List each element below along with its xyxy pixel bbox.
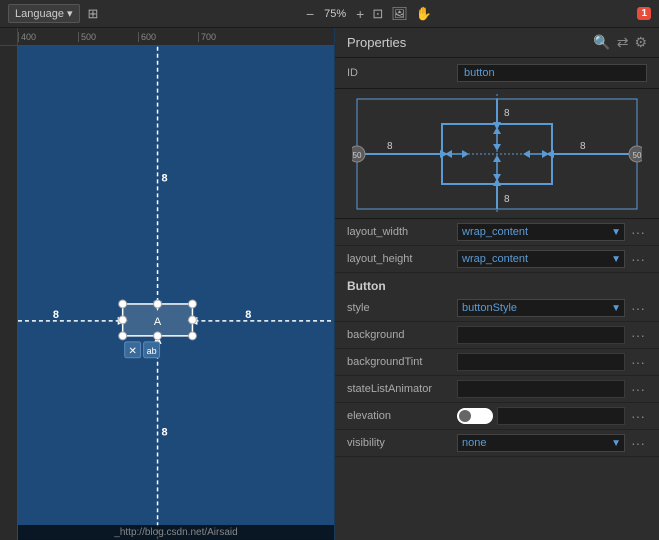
background-tint-row: backgroundTint ··· (335, 349, 659, 376)
style-row: style buttonStyle borderlessButtonStyle … (335, 295, 659, 322)
svg-text:50: 50 (353, 151, 362, 160)
layout-width-more[interactable]: ··· (629, 224, 647, 240)
properties-title: Properties (347, 35, 406, 50)
id-input[interactable] (457, 64, 647, 82)
id-row: ID (335, 58, 659, 89)
svg-text:8: 8 (387, 141, 393, 152)
main-container: 400 500 600 700 (0, 28, 659, 540)
watermark: _http://blog.csdn.net/Airsaid (18, 525, 334, 540)
hand-icon[interactable]: ✋ (414, 4, 434, 24)
layout-height-row: layout_height wrap_content match_parent … (335, 246, 659, 273)
layout-width-select[interactable]: wrap_content match_parent match_constrai… (457, 223, 625, 241)
layout-icon[interactable]: ⊞ (86, 4, 101, 24)
image-icon[interactable]: 🖼 (389, 4, 410, 24)
search-icon[interactable]: 🔍 (593, 34, 610, 51)
design-svg: 8 8 8 8 A (18, 46, 334, 540)
properties-header: Properties 🔍 ⇄ ⚙ (335, 28, 659, 58)
constraint-svg: 8 8 8 8 50 (352, 94, 642, 214)
style-select[interactable]: buttonStyle borderlessButtonStyle (457, 299, 625, 317)
layout-height-select-wrapper: wrap_content match_parent match_constrai… (457, 250, 625, 268)
ruler-tick-700: 700 (198, 32, 258, 42)
elevation-input[interactable] (497, 407, 625, 425)
svg-text:8: 8 (580, 141, 586, 152)
svg-text:ab: ab (147, 346, 157, 356)
state-list-label: stateListAnimator (347, 383, 457, 395)
elevation-label: elevation (347, 410, 457, 422)
settings-icon[interactable]: ⚙ (634, 34, 647, 51)
button-section-header: Button (335, 273, 659, 295)
svg-text:✕: ✕ (128, 346, 136, 357)
layout-width-select-wrapper: wrap_content match_parent match_constrai… (457, 223, 625, 241)
background-row: background ··· (335, 322, 659, 349)
svg-text:A: A (154, 316, 162, 328)
header-icons: 🔍 ⇄ ⚙ (593, 34, 647, 51)
svg-text:8: 8 (245, 309, 251, 321)
zoom-level: 75% (320, 8, 350, 20)
style-more[interactable]: ··· (629, 300, 647, 316)
style-label: style (347, 302, 457, 314)
ruler-top: 400 500 600 700 (0, 28, 334, 46)
toolbar-center: − 75% + ⊡ 🖼 ✋ (100, 4, 637, 24)
visibility-more[interactable]: ··· (629, 435, 647, 451)
svg-text:8: 8 (504, 194, 510, 205)
background-value[interactable] (457, 326, 625, 344)
svg-text:8: 8 (162, 427, 168, 439)
zoom-in-button[interactable]: + (354, 6, 366, 22)
background-tint-value[interactable] (457, 353, 625, 371)
visibility-select[interactable]: none visible invisible gone (457, 434, 625, 452)
visibility-row: visibility none visible invisible gone ▼… (335, 430, 659, 457)
background-tint-more[interactable]: ··· (629, 354, 647, 370)
style-select-wrapper: buttonStyle borderlessButtonStyle ▼ (457, 299, 625, 317)
layout-width-row: layout_width wrap_content match_parent m… (335, 219, 659, 246)
ruler-numbers: 400 500 600 700 (18, 28, 258, 45)
constraint-diagram: 8 8 8 8 50 (335, 89, 659, 219)
svg-text:50: 50 (633, 151, 642, 160)
elevation-toggle[interactable] (457, 408, 493, 424)
state-list-value[interactable] (457, 380, 625, 398)
state-list-row: stateListAnimator ··· (335, 376, 659, 403)
language-button[interactable]: Language ▾ (8, 4, 80, 23)
visibility-label: visibility (347, 437, 457, 449)
svg-text:8: 8 (504, 108, 510, 119)
elevation-more[interactable]: ··· (629, 408, 647, 424)
canvas-area: 400 500 600 700 (0, 28, 335, 540)
toolbar-left: Language ▾ ⊞ (8, 4, 100, 24)
elevation-row: elevation ··· (335, 403, 659, 430)
background-label: background (347, 329, 457, 341)
layout-height-select[interactable]: wrap_content match_parent match_constrai… (457, 250, 625, 268)
toolbar: Language ▾ ⊞ − 75% + ⊡ 🖼 ✋ 1 (0, 0, 659, 28)
ruler-corner (0, 28, 18, 46)
ruler-tick-600: 600 (138, 32, 198, 42)
svg-text:8: 8 (162, 172, 168, 184)
id-label: ID (347, 67, 457, 79)
layout-height-label: layout_height (347, 253, 457, 265)
ruler-tick-500: 500 (78, 32, 138, 42)
canvas-content: 8 8 8 8 A (0, 46, 334, 540)
zoom-out-button[interactable]: − (304, 6, 316, 22)
layout-height-more[interactable]: ··· (629, 251, 647, 267)
background-more[interactable]: ··· (629, 327, 647, 343)
fit-screen-icon[interactable]: ⊡ (370, 4, 385, 24)
notification-badge[interactable]: 1 (637, 7, 651, 20)
ruler-left (0, 46, 18, 540)
language-label: Language (15, 8, 64, 20)
layout-width-label: layout_width (347, 226, 457, 238)
visibility-select-wrapper: none visible invisible gone ▼ (457, 434, 625, 452)
filter-icon[interactable]: ⇄ (617, 34, 629, 51)
canvas-inner[interactable]: 8 8 8 8 A (18, 46, 334, 540)
toolbar-right: 1 (637, 7, 651, 20)
state-list-more[interactable]: ··· (629, 381, 647, 397)
properties-panel: Properties 🔍 ⇄ ⚙ ID (335, 28, 659, 540)
ruler-tick-400: 400 (18, 32, 78, 42)
elevation-toggle-knob (459, 410, 471, 422)
button-section-label: Button (347, 279, 386, 293)
svg-text:8: 8 (53, 309, 59, 321)
background-tint-label: backgroundTint (347, 356, 457, 368)
